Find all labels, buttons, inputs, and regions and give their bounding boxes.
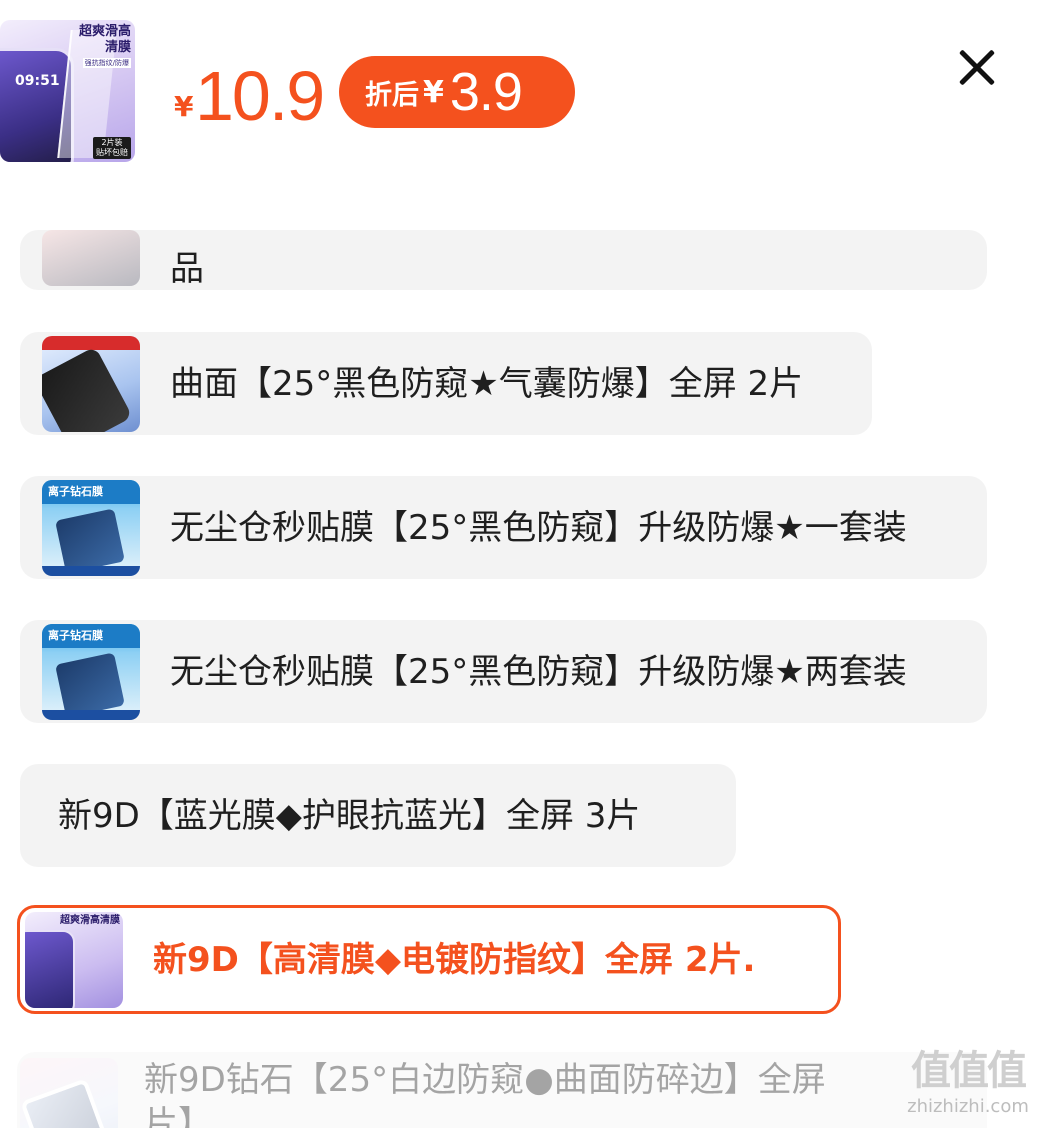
option-label-line2: 片】 [144,1104,212,1128]
watermark-text: zhizhizhi.com [907,1096,1029,1117]
phone-image [55,507,125,574]
sku-option[interactable]: 离子钻石膜 无尘仓秒贴膜【25°黑色防窥】升级防爆★一套装 [20,476,987,579]
thumbnail-banner [42,335,140,350]
phone-image [55,651,125,718]
phone-image [25,929,75,1008]
option-thumbnail: 超爽滑高清膜 [25,911,123,1008]
option-label: 新9D【高清膜◆电镀防指纹】全屏 2片. [153,939,756,980]
thumbnail-badge-line2: 贴坏包赔 [96,148,128,157]
sku-option-selected[interactable]: 超爽滑高清膜 新9D【高清膜◆电镀防指纹】全屏 2片. [17,905,841,1014]
option-label: 无尘仓秒贴膜【25°黑色防窥】升级防爆★两套装 [170,651,907,692]
discount-label: 折后 [365,79,419,111]
option-label-wrap: 新9D钻石【25°白边防窥●曲面防碎边】全屏 片】 [144,1058,826,1128]
watermark: 值值值 zhizhizhi.com [898,1046,1038,1118]
sku-option[interactable]: 新9D【蓝光膜◆护眼抗蓝光】全屏 3片 [20,764,736,867]
sku-selector-panel: 09:51 超爽滑高清膜 强抗指纹/防爆 2片装 贴坏包赔 ¥ 10.9 折后 … [0,0,1046,1128]
discount-price-badge: 折后 ¥ 3.9 [339,56,575,128]
sku-option-partial[interactable]: 品 [20,230,987,290]
watermark-logo: 值值值 [911,1048,1027,1094]
option-label: 曲面【25°黑色防窥★气囊防爆】全屏 2片 [170,363,804,404]
option-label: 品 [170,249,204,289]
thumbnail-subtitle: 强抗指纹/防爆 [82,58,131,68]
sku-option[interactable]: 曲面【25°黑色防窥★气囊防爆】全屏 2片 [20,332,872,435]
thumbnail-footer [42,565,140,576]
option-label: 新9D【蓝光膜◆护眼抗蓝光】全屏 3片 [58,795,641,836]
sku-option-disabled: 新9D钻石【25°白边防窥●曲面防碎边】全屏 片】 [17,1052,987,1128]
option-label: 无尘仓秒贴膜【25°黑色防窥】升级防爆★一套装 [170,507,907,548]
thumbnail-tag: 离子钻石膜 [48,628,103,642]
phone-image [42,345,133,432]
thumbnail-tag: 超爽滑高清膜 [60,914,120,926]
price-currency: ¥ [174,90,194,123]
phone-image [20,1078,110,1128]
option-thumbnail: 离子钻石膜 [42,623,140,720]
price-value: 10.9 [195,57,325,135]
thumbnail-tag: 离子钻石膜 [48,484,103,498]
product-thumbnail: 09:51 超爽滑高清膜 强抗指纹/防爆 2片装 贴坏包赔 [0,20,135,162]
sku-option[interactable]: 离子钻石膜 无尘仓秒贴膜【25°黑色防窥】升级防爆★两套装 [20,620,987,723]
discount-value: 3.9 [449,62,523,122]
option-thumbnail: 离子钻石膜 [42,479,140,576]
option-thumbnail [42,230,140,286]
discount-currency: ¥ [423,74,444,110]
thumbnail-badge: 2片装 贴坏包赔 [93,137,131,159]
thumbnail-title: 超爽滑高清膜 [78,24,131,55]
close-icon[interactable] [950,40,1004,94]
thumbnail-badge-line1: 2片装 [101,138,123,147]
phone-time: 09:51 [15,73,60,89]
option-label: 新9D钻石【25°白边防窥●曲面防碎边】全屏 [144,1060,826,1100]
option-thumbnail [42,335,140,432]
option-thumbnail [20,1058,118,1128]
thumbnail-footer [42,709,140,720]
